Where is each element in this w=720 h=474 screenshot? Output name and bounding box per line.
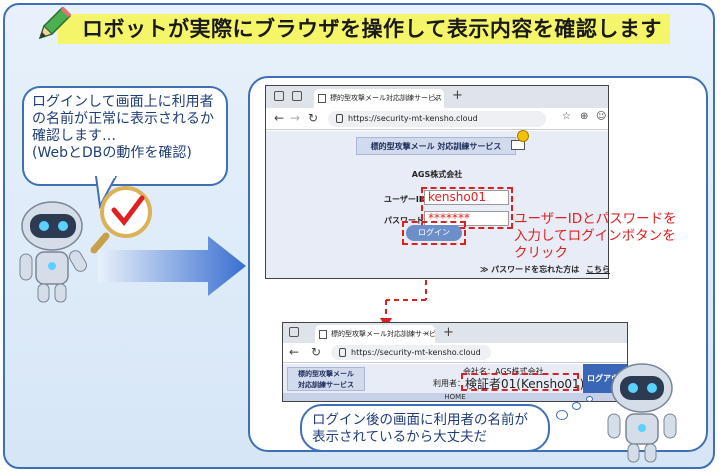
instruction-line: 入力してログインボタンを: [514, 228, 676, 244]
speech-line: (WebとDBの動作を確認): [32, 145, 192, 161]
profile-icon[interactable]: [289, 327, 299, 337]
speech-bubble: ログインして画面上に利用者 の名前が正常に表示されるか 確認します… (Webと…: [22, 86, 228, 186]
thought-bubble: ログイン後の画面に利用者の名前が 表示されているから大丈夫だ: [300, 404, 550, 452]
lock-icon: [339, 348, 346, 357]
tab-strip: 標的型攻撃メール対応訓練サービス × +: [283, 323, 627, 343]
thought-dot: [572, 402, 581, 410]
browser-tab[interactable]: 標的型攻撃メール対応訓練サービス ×: [315, 325, 435, 343]
forgot-password-link[interactable]: こちら: [586, 265, 610, 274]
tab-title: 標的型攻撃メール対応訓練サービス: [330, 94, 442, 102]
speech-line: ログインして画面上に利用者: [32, 94, 214, 110]
instruction-line: ユーザーIDとパスワードを: [514, 211, 677, 227]
forgot-password-text: ≫ パスワードを忘れた方は こちら: [480, 264, 610, 275]
profile-icon[interactable]: [274, 91, 284, 101]
pencil-icon: [38, 6, 72, 40]
refresh-icon[interactable]: ↻: [308, 111, 318, 125]
speech-line: 確認します…: [32, 128, 116, 144]
thought-dot: [586, 396, 593, 402]
site-logo: 標的型攻撃メール 対応訓練サービス: [287, 367, 365, 391]
url-field[interactable]: https://security-mt-kensho.cloud: [328, 111, 546, 127]
forward-icon[interactable]: →: [290, 111, 300, 125]
page-title: ロボットが実際にブラウザを操作して表示内容を確認します: [82, 17, 662, 41]
refresh-icon[interactable]: ↻: [311, 345, 321, 359]
back-icon[interactable]: ←: [274, 111, 284, 125]
document-icon: [318, 94, 326, 103]
forgot-label: パスワードを忘れた方は: [491, 265, 580, 274]
url-field[interactable]: https://security-mt-kensho.cloud: [331, 345, 491, 360]
arrow-right-icon: [98, 236, 246, 296]
thought-line: 表示されているから大丈夫だ: [312, 429, 488, 445]
user-highlight-frame: [461, 373, 579, 391]
robot-icon: [19, 201, 87, 303]
tabs-icon[interactable]: [292, 91, 302, 101]
home-nav[interactable]: HOME: [283, 393, 627, 401]
tab-title: 標的型攻撃メール対応訓練サービス: [331, 330, 435, 338]
site-logo-line1: 標的型攻撃メール: [298, 370, 354, 378]
browser-window-after-login: 標的型攻撃メール対応訓練サービス × + ← ↻ https://securit…: [282, 322, 628, 402]
close-icon[interactable]: ×: [423, 325, 430, 343]
site-logo-text: 標的型攻撃メール 対応訓練サービス: [370, 142, 502, 151]
button-highlight-frame: [402, 221, 466, 245]
site-logo-line2: 対応訓練サービス: [298, 381, 354, 389]
document-icon: [319, 330, 327, 339]
profile-icon[interactable]: ☺: [596, 111, 606, 122]
thought-dot: [556, 410, 568, 420]
url-text: https://security-mt-kensho.cloud: [348, 114, 478, 123]
coin-icon: [517, 130, 529, 142]
extensions-icon[interactable]: ⊕: [580, 111, 588, 122]
site-logo: 標的型攻撃メール 対応訓練サービス: [356, 130, 529, 155]
address-bar: ← ↻ https://security-mt-kensho.cloud: [283, 343, 627, 363]
address-bar: ← → ↻ https://security-mt-kensho.cloud ☆…: [266, 108, 608, 130]
url-text: https://security-mt-kensho.cloud: [351, 348, 481, 357]
robot-icon: [607, 363, 677, 463]
company-name: AGS株式会社: [411, 170, 463, 179]
back-icon[interactable]: ←: [289, 345, 299, 359]
instruction-note: ユーザーIDとパスワードを 入力してログインボタンを クリック: [514, 211, 694, 262]
new-tab-icon[interactable]: +: [452, 88, 463, 103]
browser-tab[interactable]: 標的型攻撃メール対応訓練サービス ×: [314, 89, 444, 108]
forgot-prefix: ≫: [480, 265, 489, 274]
lock-icon: [336, 114, 343, 123]
thought-line: ログイン後の画面に利用者の名前が: [312, 412, 528, 428]
new-tab-icon[interactable]: +: [443, 325, 454, 340]
tab-strip: 標的型攻撃メール対応訓練サービス × +: [266, 86, 608, 108]
speech-line: の名前が正常に表示されるか: [32, 111, 214, 127]
user-id-label: ユーザーID: [384, 195, 426, 204]
instruction-line: クリック: [514, 245, 568, 261]
close-icon[interactable]: ×: [432, 89, 439, 108]
favorite-icon[interactable]: ☆: [562, 111, 571, 122]
home-page: 標的型攻撃メール 対応訓練サービス 会社名：AGS株式会社 利用者： 検証者01…: [283, 364, 627, 401]
